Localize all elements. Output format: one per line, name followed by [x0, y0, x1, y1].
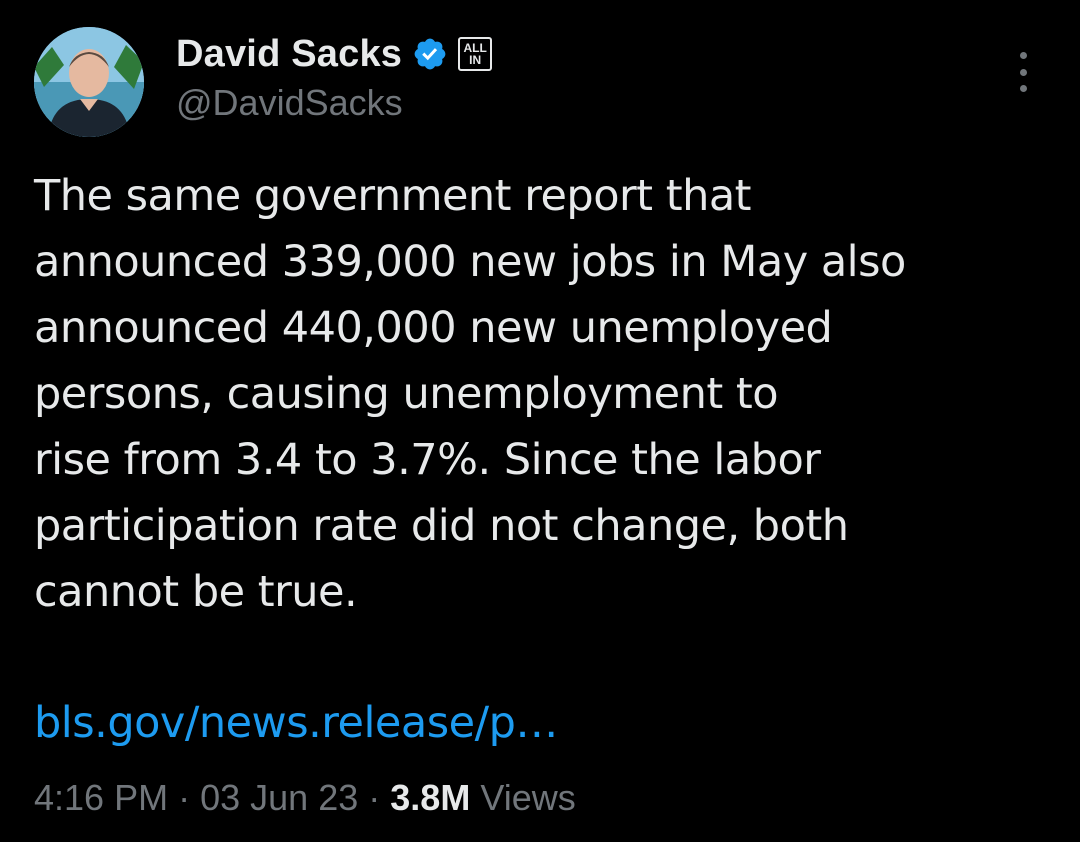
- more-dot: [1019, 68, 1027, 76]
- tweet: David Sacks ALL IN @DavidSacks The same …: [0, 0, 1080, 842]
- tweet-text: The same government report that announce…: [34, 171, 906, 617]
- verified-badge-icon[interactable]: [412, 36, 448, 72]
- meta-separator: ·: [368, 777, 381, 818]
- more-options-icon[interactable]: [1010, 52, 1036, 92]
- affiliation-line-2: IN: [469, 53, 482, 67]
- name-row: David Sacks ALL IN: [176, 30, 493, 78]
- tweet-date[interactable]: 03 Jun 23: [200, 777, 358, 818]
- more-dot: [1019, 85, 1027, 92]
- more-dot: [1019, 52, 1027, 59]
- meta-separator: ·: [178, 777, 191, 818]
- display-name[interactable]: David Sacks: [176, 33, 402, 76]
- tweet-header: David Sacks ALL IN @DavidSacks: [176, 30, 493, 124]
- affiliation-badge[interactable]: ALL IN: [458, 37, 493, 71]
- views-label: Views: [480, 777, 576, 818]
- tweet-meta: 4:16 PM · 03 Jun 23 · 3.8M Views: [34, 772, 576, 824]
- handle[interactable]: @DavidSacks: [176, 82, 492, 124]
- avatar[interactable]: [34, 27, 144, 137]
- avatar-photo: [34, 27, 144, 137]
- tweet-time[interactable]: 4:16 PM: [34, 777, 168, 818]
- tweet-link[interactable]: bls.gov/news.release/p…: [34, 690, 558, 756]
- views-count[interactable]: 3.8M: [390, 777, 470, 818]
